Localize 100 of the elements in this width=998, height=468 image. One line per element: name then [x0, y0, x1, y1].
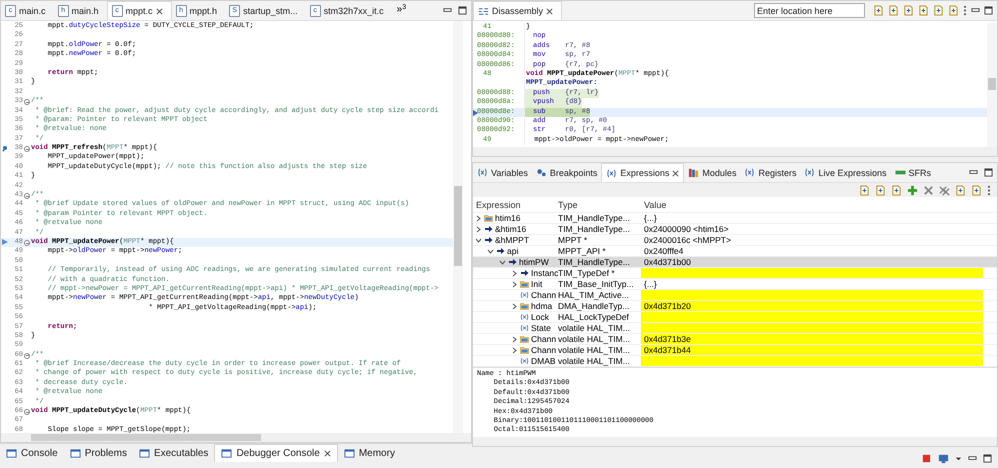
- expression-row[interactable]: Lock HAL_LockTypeDef: [473, 312, 997, 323]
- close-icon[interactable]: [546, 8, 554, 14]
- window-icon: [6, 448, 17, 458]
- folder-icon: [520, 346, 529, 354]
- window-icon: [70, 448, 81, 458]
- type-cell-text: HAL_TIM_Active...: [557, 290, 630, 300]
- expression-row[interactable]: State volatile HAL_TIM...: [473, 323, 997, 334]
- expression-row[interactable]: hdma DMA_HandleTyp... 0x4d371b20: [473, 301, 997, 312]
- expression-row[interactable]: &hMPPT MPPT * 0x2400016c <hMPPT>: [473, 235, 997, 246]
- column-header[interactable]: Type: [555, 200, 641, 210]
- expression-name: hdma: [531, 301, 552, 311]
- panel-tab[interactable]: Memory: [338, 444, 401, 462]
- expression-row[interactable]: Chann volatile HAL_TIM... 0x4d371b44: [473, 345, 997, 356]
- remove-icon[interactable]: [923, 184, 934, 196]
- close-icon[interactable]: [324, 450, 331, 457]
- chevron-icon[interactable]: [487, 248, 494, 254]
- expression-row[interactable]: &htim16 TIM_HandleType... 0x24000090 <htim16>: [473, 224, 997, 235]
- maximize-icon[interactable]: [458, 6, 467, 15]
- value-cell-text: 0x240fffe4: [643, 246, 684, 256]
- expression-name: Lock: [531, 312, 549, 322]
- minimize-icon[interactable]: [968, 454, 977, 462]
- type-cell-text: volatile HAL_TIM...: [557, 356, 631, 366]
- minimize-icon[interactable]: [443, 6, 452, 15]
- folder-icon: [484, 214, 493, 222]
- value-cell-text: {...}: [643, 279, 658, 289]
- type-cell-text: HAL_LockTypeDef: [557, 312, 630, 322]
- expression-name: &htim16: [495, 224, 526, 234]
- more-icon[interactable]: [987, 184, 991, 196]
- expression-name: Chann: [531, 334, 556, 344]
- dots-icon: [536, 167, 547, 178]
- panel-tab[interactable]: Problems: [64, 444, 133, 462]
- view-tab[interactable]: Modules: [684, 163, 740, 182]
- chevron-icon[interactable]: [475, 214, 482, 222]
- remove-all-icon[interactable]: [939, 184, 950, 196]
- view-tab[interactable]: Expressions: [601, 163, 684, 182]
- expression-row[interactable]: Chann HAL_TIM_Active...: [473, 290, 997, 301]
- close-icon[interactable]: [156, 8, 163, 14]
- type-cell-text: TIM_HandleType...: [557, 213, 631, 223]
- view-tab[interactable]: Live Expressions: [800, 163, 891, 182]
- value-cell: 0x4d371b20: [641, 301, 983, 311]
- lines-icon: [478, 6, 489, 16]
- expression-name: api: [507, 246, 518, 256]
- document-icon[interactable]: [873, 5, 884, 16]
- expression-row[interactable]: Chann volatile HAL_TIM... 0x4d371b3e: [473, 334, 997, 345]
- type-cell-text: TIM_HandleType...: [557, 257, 631, 267]
- scrollbar[interactable]: [1, 433, 471, 442]
- variable-icon: [520, 291, 529, 299]
- scrollbar[interactable]: [473, 147, 997, 156]
- window-icon: [221, 448, 232, 459]
- stop-icon[interactable]: [921, 452, 932, 464]
- chevron-icon[interactable]: [511, 346, 518, 354]
- type-cell-text: MPPT_API *: [557, 246, 607, 256]
- maximize-icon[interactable]: [984, 168, 993, 177]
- minimize-icon[interactable]: [971, 6, 980, 15]
- value-cell: 0x4d371b44: [641, 345, 983, 355]
- scrollbar[interactable]: [453, 21, 463, 433]
- window-icon: [344, 448, 355, 458]
- expression-name: Instanc: [531, 268, 558, 278]
- chevron-icon[interactable]: [511, 270, 518, 276]
- folder-icon: [520, 280, 529, 288]
- type-cell-text: TIM_HandleType...: [557, 224, 631, 234]
- more-icon[interactable]: [963, 5, 967, 16]
- monitor-icon[interactable]: [938, 452, 949, 464]
- column-header[interactable]: Expression: [473, 200, 555, 210]
- caret-icon[interactable]: [955, 454, 962, 462]
- view-tab[interactable]: Variables: [473, 163, 532, 182]
- maximize-icon[interactable]: [983, 454, 992, 462]
- expression-name: htim16: [495, 213, 521, 223]
- chevron-icon[interactable]: [475, 226, 482, 232]
- column-header[interactable]: Value: [641, 200, 983, 210]
- type-cell-text: MPPT *: [557, 235, 588, 245]
- expression-row[interactable]: htimPW TIM_HandleType... 0x4d371b00: [473, 257, 997, 268]
- variable-icon: [520, 313, 529, 321]
- panel-tab[interactable]: Executables: [132, 444, 214, 462]
- chevron-icon[interactable]: [511, 280, 518, 288]
- plus-icon[interactable]: [907, 184, 918, 196]
- expression-name: Chann: [531, 345, 556, 355]
- location-field[interactable]: Enter location here: [754, 3, 865, 18]
- panel-tab[interactable]: Console: [0, 444, 64, 462]
- minimize-icon[interactable]: [969, 168, 978, 177]
- type-cell-text: TIM_Base_InitTyp...: [557, 279, 635, 289]
- chevron-icon[interactable]: [511, 302, 518, 310]
- panel-tab[interactable]: Debugger Console: [214, 444, 338, 462]
- scrollbar[interactable]: [987, 23, 997, 147]
- expression-row[interactable]: htim16 TIM_HandleType... {...}: [473, 213, 997, 224]
- view-tab[interactable]: Registers: [740, 163, 800, 182]
- chevron-icon[interactable]: [511, 336, 518, 342]
- chevron-icon[interactable]: [475, 236, 482, 244]
- view-tab[interactable]: SFRs: [890, 163, 936, 182]
- expression-row[interactable]: InstancTIM_TypeDef *: [473, 268, 997, 279]
- window-icon: [138, 448, 150, 458]
- value-cell-text: 0x2400016c <hMPPT>: [643, 235, 732, 245]
- view-tab[interactable]: Breakpoints: [532, 163, 602, 182]
- disassembly-tab[interactable]: Disassembly: [473, 1, 562, 20]
- scrollbar[interactable]: [473, 437, 997, 446]
- variable-icon: [804, 167, 816, 178]
- maximize-icon[interactable]: [984, 6, 993, 15]
- chevron-icon[interactable]: [499, 258, 506, 266]
- close-icon[interactable]: [672, 170, 680, 176]
- type-cell-text: volatile HAL_TIM...: [557, 323, 631, 333]
